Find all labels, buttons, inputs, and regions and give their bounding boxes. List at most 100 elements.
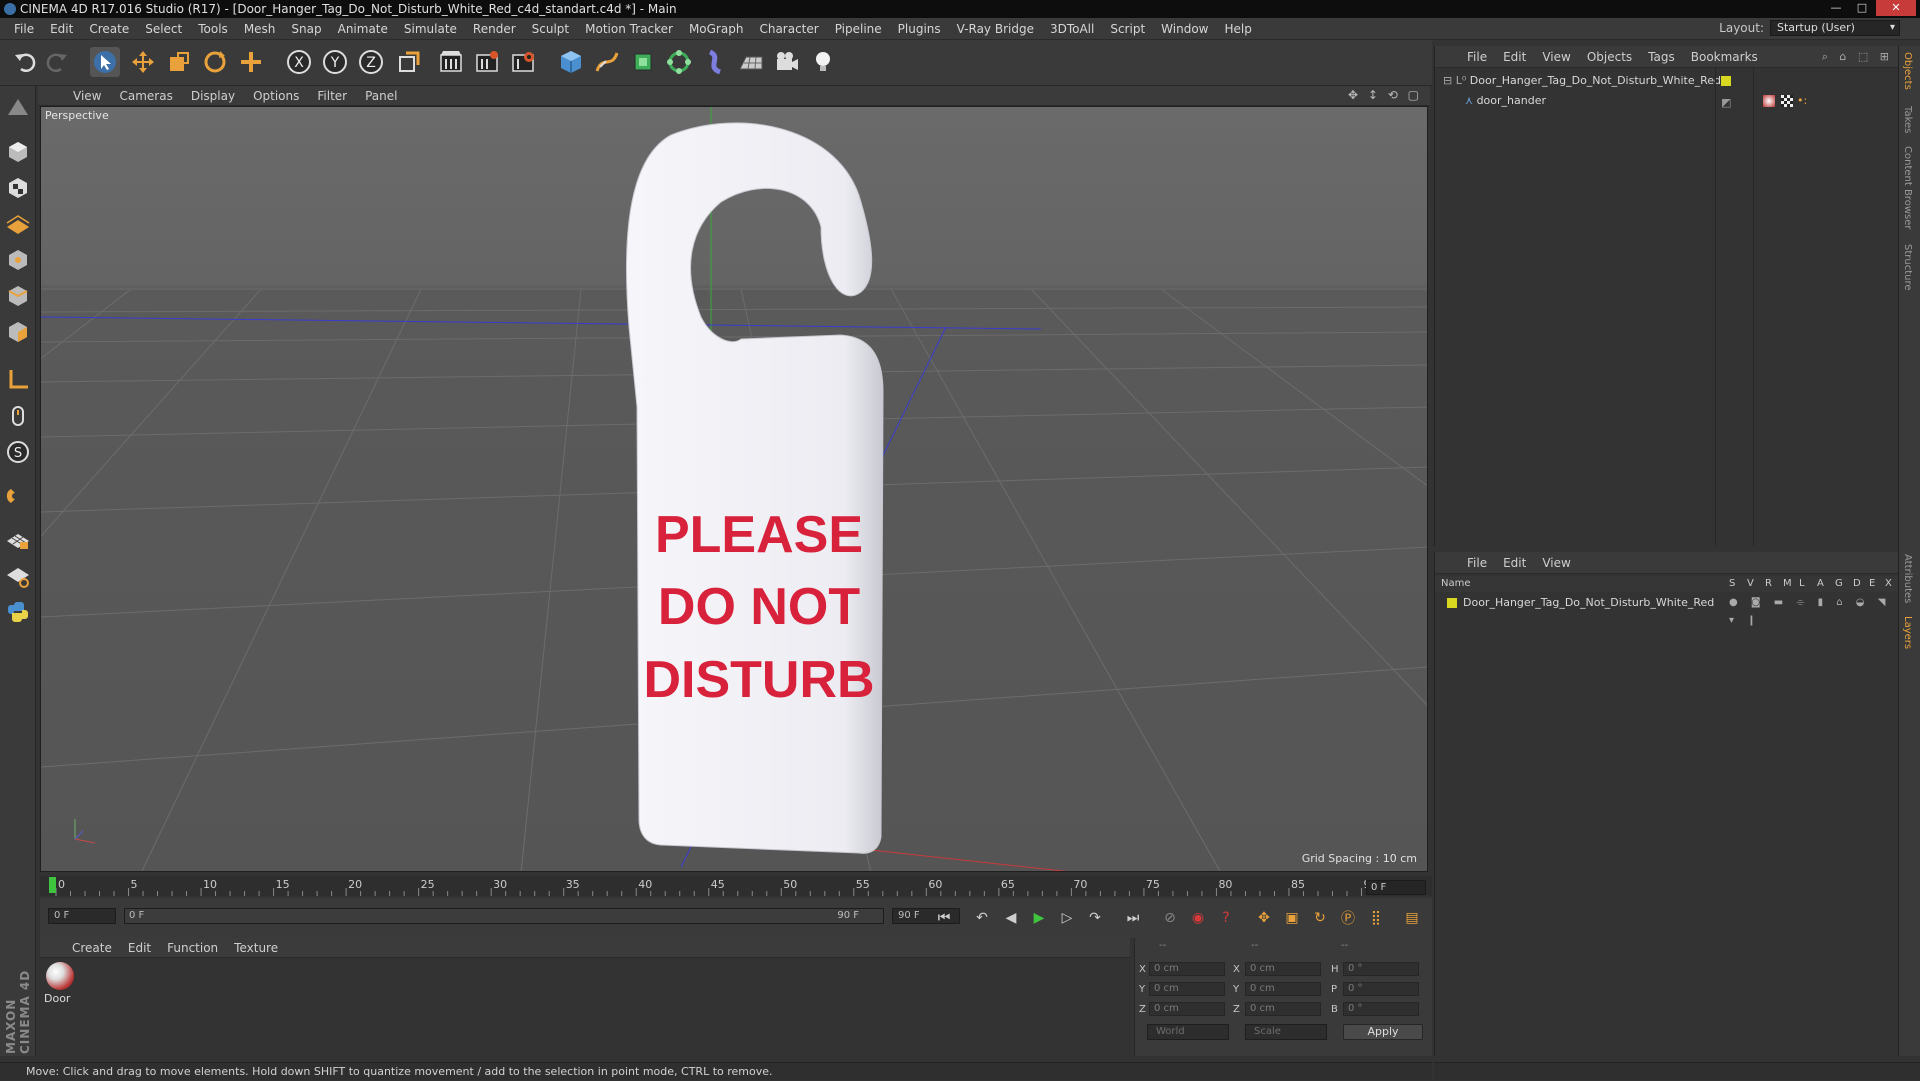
- camera-icon[interactable]: [772, 47, 802, 77]
- python-icon[interactable]: [4, 598, 32, 626]
- apply-button[interactable]: Apply: [1343, 1024, 1423, 1040]
- menu-simulate[interactable]: Simulate: [396, 18, 465, 40]
- viewport-menu-view[interactable]: View: [64, 89, 110, 103]
- rotate-icon[interactable]: [200, 47, 230, 77]
- tab-objects[interactable]: Objects: [1902, 52, 1913, 90]
- render-settings-icon[interactable]: [508, 47, 538, 77]
- rot-h-field[interactable]: 0 °: [1343, 962, 1419, 976]
- menu-plugins[interactable]: Plugins: [890, 18, 949, 40]
- material-menu-edit[interactable]: Edit: [120, 941, 159, 955]
- axis-mode-icon[interactable]: [4, 366, 32, 394]
- menu-file[interactable]: File: [6, 18, 42, 40]
- tab-takes[interactable]: Takes: [1902, 106, 1913, 133]
- tab-content-browser[interactable]: Content Browser: [1902, 146, 1913, 229]
- coordinate-system-icon[interactable]: [394, 47, 424, 77]
- autokey-icon[interactable]: ◉: [1186, 906, 1210, 930]
- tweak-mode-icon[interactable]: [4, 402, 32, 430]
- size-y-field[interactable]: 0 cm: [1245, 982, 1321, 996]
- select-arrow-icon[interactable]: [90, 47, 120, 77]
- snapping-icon[interactable]: S: [4, 438, 32, 466]
- object-row-root[interactable]: ⊟ L⁰ Door_Hanger_Tag_Do_Not_Disturb_Whit…: [1435, 72, 1899, 90]
- material-tag-icon[interactable]: [1763, 95, 1775, 107]
- viewport-menu-display[interactable]: Display: [182, 89, 244, 103]
- menu-select[interactable]: Select: [137, 18, 190, 40]
- layer-color-swatch[interactable]: [1447, 598, 1457, 608]
- rot-b-field[interactable]: 0 °: [1343, 1002, 1419, 1016]
- size-mode-dropdown[interactable]: Scale: [1245, 1024, 1327, 1040]
- menu-vray-bridge[interactable]: V-Ray Bridge: [949, 18, 1042, 40]
- pos-z-field[interactable]: 0 cm: [1149, 1002, 1225, 1016]
- layer-menu-view[interactable]: View: [1534, 556, 1578, 570]
- key-parameter-icon[interactable]: Ⓟ: [1336, 906, 1360, 930]
- key-scale-icon[interactable]: ▣: [1280, 906, 1304, 930]
- playhead[interactable]: [49, 877, 56, 893]
- layer-menu-edit[interactable]: Edit: [1495, 556, 1534, 570]
- menu-script[interactable]: Script: [1102, 18, 1153, 40]
- record-keys-icon[interactable]: ⊘: [1158, 906, 1182, 930]
- make-editable-icon[interactable]: [4, 94, 32, 122]
- key-pla-icon[interactable]: ⣿: [1364, 906, 1388, 930]
- grid-animate-icon[interactable]: [4, 562, 32, 590]
- size-z-field[interactable]: 0 cm: [1245, 1002, 1321, 1016]
- pos-y-field[interactable]: 0 cm: [1149, 982, 1225, 996]
- close-button[interactable]: ✕: [1876, 0, 1916, 16]
- workplane-icon[interactable]: [4, 210, 32, 238]
- layer-scrollbar[interactable]: [1434, 1062, 1920, 1080]
- viewport-menu-options[interactable]: Options: [244, 89, 308, 103]
- viewport-perspective[interactable]: PLEASE DO NOT DISTURB Perspective Grid S…: [40, 106, 1428, 872]
- menu-snap[interactable]: Snap: [283, 18, 329, 40]
- menu-character[interactable]: Character: [751, 18, 826, 40]
- menu-3dtoall[interactable]: 3DToAll: [1042, 18, 1102, 40]
- magnet-icon[interactable]: [4, 482, 32, 510]
- current-frame-field[interactable]: 0 F: [1366, 880, 1426, 895]
- scale-icon[interactable]: [164, 47, 194, 77]
- floor-icon[interactable]: [736, 47, 766, 77]
- pos-x-field[interactable]: 0 cm: [1149, 962, 1225, 976]
- material-menu-function[interactable]: Function: [159, 941, 226, 955]
- door-hanger-model[interactable]: [625, 122, 884, 854]
- object-row-child[interactable]: ⋏ door_hander ◩ •:: [1435, 92, 1899, 110]
- menu-animate[interactable]: Animate: [330, 18, 396, 40]
- menu-help[interactable]: Help: [1216, 18, 1259, 40]
- obj-menu-edit[interactable]: Edit: [1495, 50, 1534, 64]
- obj-menu-view[interactable]: View: [1534, 50, 1578, 64]
- timeline-ruler[interactable]: 051015202530354045505560657075808590: [40, 876, 1432, 896]
- layer-row[interactable]: Door_Hanger_Tag_Do_Not_Disturb_White_Red…: [1435, 594, 1899, 626]
- start-frame-field[interactable]: 0 F: [48, 908, 116, 924]
- size-x-field[interactable]: 0 cm: [1245, 962, 1321, 976]
- model-mode-icon[interactable]: [4, 138, 32, 166]
- texture-mode-icon[interactable]: [4, 174, 32, 202]
- texture-tag-icon[interactable]: [1781, 95, 1793, 107]
- cube-icon[interactable]: [556, 47, 586, 77]
- obj-menu-file[interactable]: File: [1459, 50, 1495, 64]
- material-menu-create[interactable]: Create: [64, 941, 120, 955]
- prev-keyframe-icon[interactable]: ↶: [970, 906, 994, 930]
- obj-manager-toolbar-icons[interactable]: ⌕ ⌂ ⬚ ⊞: [1822, 50, 1893, 64]
- obj-menu-tags[interactable]: Tags: [1640, 50, 1683, 64]
- material-swatch-door[interactable]: Door: [42, 960, 78, 1010]
- deformer-icon[interactable]: [700, 47, 730, 77]
- menu-tools[interactable]: Tools: [190, 18, 236, 40]
- menu-mograph[interactable]: MoGraph: [681, 18, 752, 40]
- material-menu-texture[interactable]: Texture: [226, 941, 286, 955]
- obj-menu-objects[interactable]: Objects: [1579, 50, 1640, 64]
- layout-select[interactable]: Startup (User): [1770, 20, 1900, 36]
- next-keyframe-icon[interactable]: ↷: [1083, 906, 1107, 930]
- move-icon[interactable]: [128, 47, 158, 77]
- undo-icon[interactable]: [10, 47, 40, 77]
- y-axis-icon[interactable]: Y: [320, 47, 350, 77]
- polygons-mode-icon[interactable]: [4, 318, 32, 346]
- tab-layers[interactable]: Layers: [1902, 616, 1913, 649]
- key-rotation-icon[interactable]: ↻: [1308, 906, 1332, 930]
- light-icon[interactable]: [808, 47, 838, 77]
- frame-range-slider[interactable]: 0 F 90 F: [124, 908, 884, 924]
- render-view-icon[interactable]: [436, 47, 466, 77]
- maximize-button[interactable]: □: [1850, 0, 1874, 16]
- tab-structure[interactable]: Structure: [1902, 244, 1913, 291]
- viewport-menu-cameras[interactable]: Cameras: [110, 89, 181, 103]
- menu-render[interactable]: Render: [465, 18, 524, 40]
- tab-attributes[interactable]: Attributes: [1902, 554, 1913, 603]
- menu-motion-tracker[interactable]: Motion Tracker: [577, 18, 681, 40]
- menu-pipeline[interactable]: Pipeline: [827, 18, 890, 40]
- redo-icon[interactable]: [42, 47, 72, 77]
